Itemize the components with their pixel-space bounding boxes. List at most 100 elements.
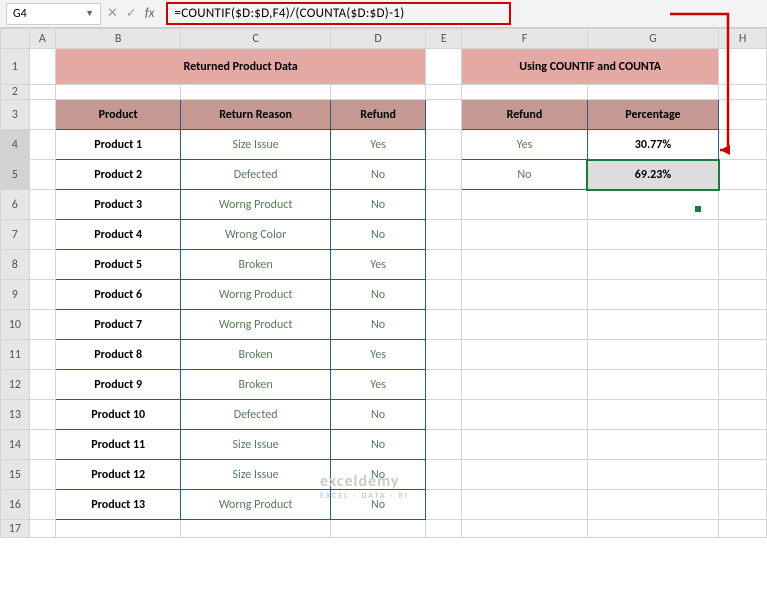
- row-hdr-10[interactable]: 10: [1, 310, 30, 340]
- cell-refund[interactable]: No: [330, 190, 426, 220]
- formula-input[interactable]: =COUNTIF($D:$D,F4)/(COUNTA($D:$D)-1): [166, 2, 511, 25]
- cell-reason[interactable]: Worng Product: [181, 190, 330, 220]
- name-box-value: G4: [13, 7, 27, 21]
- accept-icon[interactable]: ✓: [126, 6, 137, 21]
- row-6: 6 Product 3 Worng Product No: [1, 190, 767, 220]
- col-G[interactable]: G: [587, 29, 718, 49]
- cell-product[interactable]: Product 10: [55, 400, 180, 430]
- cell-product[interactable]: Product 9: [55, 370, 180, 400]
- cell-reason[interactable]: Size Issue: [181, 460, 330, 490]
- title-summary[interactable]: Using COUNTIF and COUNTA: [462, 49, 719, 85]
- cell-reason[interactable]: Worng Product: [181, 310, 330, 340]
- cell-product[interactable]: Product 3: [55, 190, 180, 220]
- cell-product[interactable]: Product 4: [55, 220, 180, 250]
- cell-product[interactable]: Product 11: [55, 430, 180, 460]
- cell-refund[interactable]: Yes: [330, 130, 426, 160]
- cell-refund[interactable]: No: [330, 460, 426, 490]
- sum-hdr-refund[interactable]: Refund: [462, 100, 587, 130]
- select-all[interactable]: [1, 29, 30, 49]
- col-H[interactable]: H: [719, 29, 767, 49]
- hdr-reason[interactable]: Return Reason: [181, 100, 330, 130]
- fill-handle[interactable]: [694, 205, 702, 213]
- cell-reason[interactable]: Broken: [181, 250, 330, 280]
- row-8: 8 Product 5 Broken Yes: [1, 250, 767, 280]
- cell-refund[interactable]: No: [330, 160, 426, 190]
- cell-reason[interactable]: Size Issue: [181, 430, 330, 460]
- row-1: 1 Returned Product Data Using COUNTIF an…: [1, 49, 767, 85]
- cell-refund[interactable]: No: [330, 310, 426, 340]
- cell-refund[interactable]: No: [330, 220, 426, 250]
- row-12: 12 Product 9 Broken Yes: [1, 370, 767, 400]
- cell-reason[interactable]: Size Issue: [181, 130, 330, 160]
- col-D[interactable]: D: [330, 29, 426, 49]
- cell-product[interactable]: Product 1: [55, 130, 180, 160]
- row-hdr-9[interactable]: 9: [1, 280, 30, 310]
- col-C[interactable]: C: [181, 29, 330, 49]
- cell-product[interactable]: Product 13: [55, 490, 180, 520]
- cell-product[interactable]: Product 2: [55, 160, 180, 190]
- cell-refund[interactable]: Yes: [330, 340, 426, 370]
- cell-refund[interactable]: No: [330, 400, 426, 430]
- row-hdr-12[interactable]: 12: [1, 370, 30, 400]
- row-hdr-3[interactable]: 3: [1, 100, 30, 130]
- sum-pct-selected[interactable]: 69.23%: [587, 160, 718, 190]
- col-B[interactable]: B: [55, 29, 180, 49]
- col-F[interactable]: F: [462, 29, 587, 49]
- row-hdr-4[interactable]: 4: [1, 130, 30, 160]
- fx-icon[interactable]: fx: [145, 6, 155, 21]
- cell-product[interactable]: Product 12: [55, 460, 180, 490]
- row-hdr-11[interactable]: 11: [1, 340, 30, 370]
- formula-input-wrap: =COUNTIF($D:$D,F4)/(COUNTA($D:$D)-1): [166, 2, 511, 25]
- formula-bar: G4 ▼ ✕ ✓ fx =COUNTIF($D:$D,F4)/(COUNTA($…: [0, 0, 767, 28]
- col-E[interactable]: E: [426, 29, 462, 49]
- cell-reason[interactable]: Worng Product: [181, 280, 330, 310]
- row-hdr-13[interactable]: 13: [1, 400, 30, 430]
- cell-reason[interactable]: Broken: [181, 370, 330, 400]
- row-hdr-7[interactable]: 7: [1, 220, 30, 250]
- cell-reason[interactable]: Defected: [181, 160, 330, 190]
- cell-reason[interactable]: Broken: [181, 340, 330, 370]
- row-4: 4 Product 1 Size Issue Yes Yes 30.77%: [1, 130, 767, 160]
- cell-product[interactable]: Product 7: [55, 310, 180, 340]
- row-7: 7 Product 4 Wrong Color No: [1, 220, 767, 250]
- row-hdr-16[interactable]: 16: [1, 490, 30, 520]
- row-16: 16 Product 13 Worng Product No: [1, 490, 767, 520]
- row-2: 2: [1, 85, 767, 100]
- cell-reason[interactable]: Worng Product: [181, 490, 330, 520]
- hdr-product[interactable]: Product: [55, 100, 180, 130]
- row-hdr-2[interactable]: 2: [1, 85, 30, 100]
- formula-buttons: ✕ ✓: [107, 6, 137, 21]
- hdr-refund[interactable]: Refund: [330, 100, 426, 130]
- row-hdr-6[interactable]: 6: [1, 190, 30, 220]
- sum-label[interactable]: Yes: [462, 130, 587, 160]
- cell-product[interactable]: Product 6: [55, 280, 180, 310]
- chevron-down-icon[interactable]: ▼: [85, 8, 94, 19]
- row-5: 5 Product 2 Defected No No 69.23%: [1, 160, 767, 190]
- sum-pct-selected[interactable]: 30.77%: [587, 130, 718, 160]
- spreadsheet-grid[interactable]: A B C D E F G H 1 Returned Product Data …: [0, 28, 767, 538]
- cell-reason[interactable]: Wrong Color: [181, 220, 330, 250]
- cell-product[interactable]: Product 8: [55, 340, 180, 370]
- cancel-icon[interactable]: ✕: [107, 6, 118, 21]
- col-A[interactable]: A: [29, 29, 55, 49]
- row-hdr-14[interactable]: 14: [1, 430, 30, 460]
- row-hdr-15[interactable]: 15: [1, 460, 30, 490]
- sum-hdr-pct[interactable]: Percentage: [587, 100, 718, 130]
- cell-reason[interactable]: Defected: [181, 400, 330, 430]
- row-hdr-17[interactable]: 17: [1, 520, 30, 538]
- cell-refund[interactable]: No: [330, 280, 426, 310]
- cell-refund[interactable]: No: [330, 430, 426, 460]
- row-9: 9 Product 6 Worng Product No: [1, 280, 767, 310]
- cell-refund[interactable]: Yes: [330, 250, 426, 280]
- cell-refund[interactable]: Yes: [330, 370, 426, 400]
- cell-refund[interactable]: No: [330, 490, 426, 520]
- row-hdr-1[interactable]: 1: [1, 49, 30, 85]
- row-hdr-5[interactable]: 5: [1, 160, 30, 190]
- sum-label[interactable]: No: [462, 160, 587, 190]
- row-15: 15 Product 12 Size Issue No: [1, 460, 767, 490]
- cell-product[interactable]: Product 5: [55, 250, 180, 280]
- title-main[interactable]: Returned Product Data: [55, 49, 425, 85]
- row-11: 11 Product 8 Broken Yes: [1, 340, 767, 370]
- row-hdr-8[interactable]: 8: [1, 250, 30, 280]
- name-box[interactable]: G4 ▼: [6, 3, 101, 25]
